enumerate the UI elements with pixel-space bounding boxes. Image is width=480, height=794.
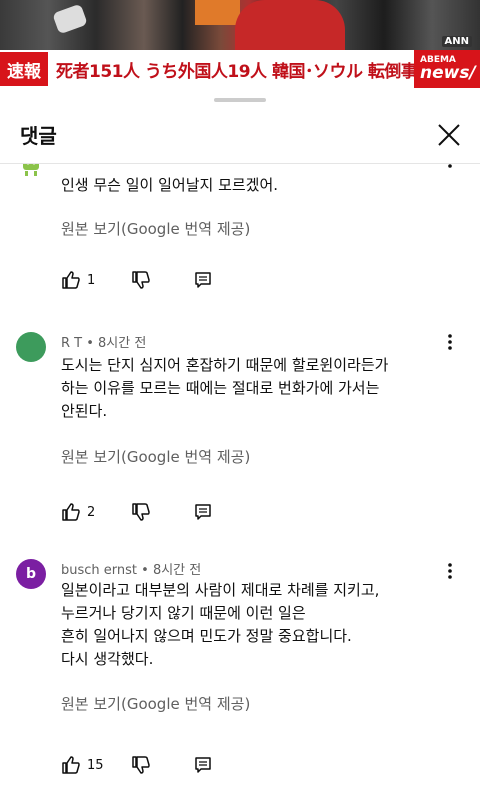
comment-more-button[interactable] (438, 559, 462, 583)
view-original-link[interactable]: 원본 보기(Google 번역 제공) (61, 218, 250, 239)
ann-tag: ANN (441, 36, 472, 47)
reply-icon (195, 272, 211, 288)
comment-text: 도시는 단지 심지어 혼잡하기 때문에 할로윈이라든가 하는 이유를 모르는 때… (61, 354, 441, 423)
dislike-button[interactable] (131, 755, 151, 775)
thumbs-down-icon (132, 271, 150, 289)
comment-text: 일본이라고 대부분의 사람이 제대로 차례를 지키고, 누르거나 당기지 않기 … (61, 579, 441, 671)
comment-item: R T • 8시간 전 도시는 단지 심지어 혼잡하기 때문에 할로윈이라든가 … (0, 332, 480, 532)
like-count: 1 (87, 272, 96, 288)
comment-text-line: 하는 이유를 모르는 때에는 절대로 번화가에 가서는 (61, 379, 380, 397)
more-vert-icon (448, 563, 452, 579)
like-button[interactable]: 15 (61, 755, 104, 775)
sheet-title: 댓글 (20, 124, 57, 148)
like-count: 2 (87, 504, 96, 520)
thumbs-down-icon (132, 503, 150, 521)
comment-text-line: 흔히 일어나지 않으며 민도가 정말 중요합니다. (61, 627, 352, 645)
comment-item: b busch ernst • 8시간 전 일본이라고 대부분의 사람이 제대로… (0, 559, 480, 794)
avatar-android-icon (23, 164, 39, 176)
comment-text: 인생 무슨 일이 일어날지 모르겠어. (61, 174, 441, 197)
abema-logo-big: news/ (420, 63, 476, 83)
reply-icon (195, 757, 211, 773)
avatar[interactable]: b (16, 559, 46, 589)
breaking-badge: 速報 (0, 52, 48, 86)
like-button[interactable]: 1 (61, 270, 95, 290)
comment-text-line: 안된다. (61, 402, 108, 420)
comment-text-line: 일본이라고 대부분의 사람이 제대로 차례를 지키고, (61, 581, 380, 599)
avatar[interactable] (16, 164, 46, 180)
news-headline: 死者151人 うち外国人19人 韓国･ソウル 転倒事故 (56, 61, 434, 82)
comment-item: 인생 무슨 일이 일어날지 모르겠어. 원본 보기(Google 번역 제공) … (0, 164, 480, 310)
comment-meta: R T • 8시간 전 (61, 336, 147, 351)
close-button[interactable] (432, 118, 466, 152)
more-vert-icon (448, 164, 452, 168)
comment-more-button[interactable] (438, 164, 462, 172)
like-button[interactable]: 2 (61, 502, 95, 522)
video-frame: ANN (0, 0, 480, 50)
reply-icon (195, 504, 211, 520)
thumbs-up-icon (62, 756, 80, 774)
comments-sheet: 댓글 인생 무슨 일이 일어날지 모르겠어. 원본 보기(Google 번역 제… (0, 88, 480, 794)
thumbs-down-icon (132, 756, 150, 774)
dislike-button[interactable] (131, 502, 151, 522)
scene-figure (195, 0, 240, 25)
comment-text-line: 도시는 단지 심지어 혼잡하기 때문에 할로윈이라든가 (61, 356, 389, 374)
dislike-button[interactable] (131, 270, 151, 290)
reply-button[interactable] (194, 502, 212, 522)
more-vert-icon (448, 334, 452, 350)
drag-handle[interactable] (214, 98, 266, 102)
scene-figure (235, 0, 345, 50)
reply-button[interactable] (194, 270, 212, 290)
comment-more-button[interactable] (438, 330, 462, 354)
video-player[interactable]: ANN 速報 死者151人 うち外国人19人 韓国･ソウル 転倒事故 ABEMA… (0, 0, 480, 88)
view-original-link[interactable]: 원본 보기(Google 번역 제공) (61, 446, 250, 467)
comment-text-line: 인생 무슨 일이 일어날지 모르겠어. (61, 176, 279, 194)
abema-logo: ABEMA news/ (414, 50, 480, 88)
scene-figure (52, 3, 88, 35)
comment-meta: busch ernst • 8시간 전 (61, 563, 202, 578)
comment-text-line: 누르거나 당기지 않기 때문에 이런 일은 (61, 604, 306, 622)
view-original-link[interactable]: 원본 보기(Google 번역 제공) (61, 693, 250, 714)
avatar[interactable] (16, 332, 46, 362)
comment-text-line: 다시 생각했다. (61, 650, 154, 668)
thumbs-up-icon (62, 271, 80, 289)
close-icon (438, 124, 460, 146)
like-count: 15 (87, 757, 104, 773)
reply-button[interactable] (194, 755, 212, 775)
thumbs-up-icon (62, 503, 80, 521)
comment-list[interactable]: 인생 무슨 일이 일어날지 모르겠어. 원본 보기(Google 번역 제공) … (0, 164, 480, 794)
